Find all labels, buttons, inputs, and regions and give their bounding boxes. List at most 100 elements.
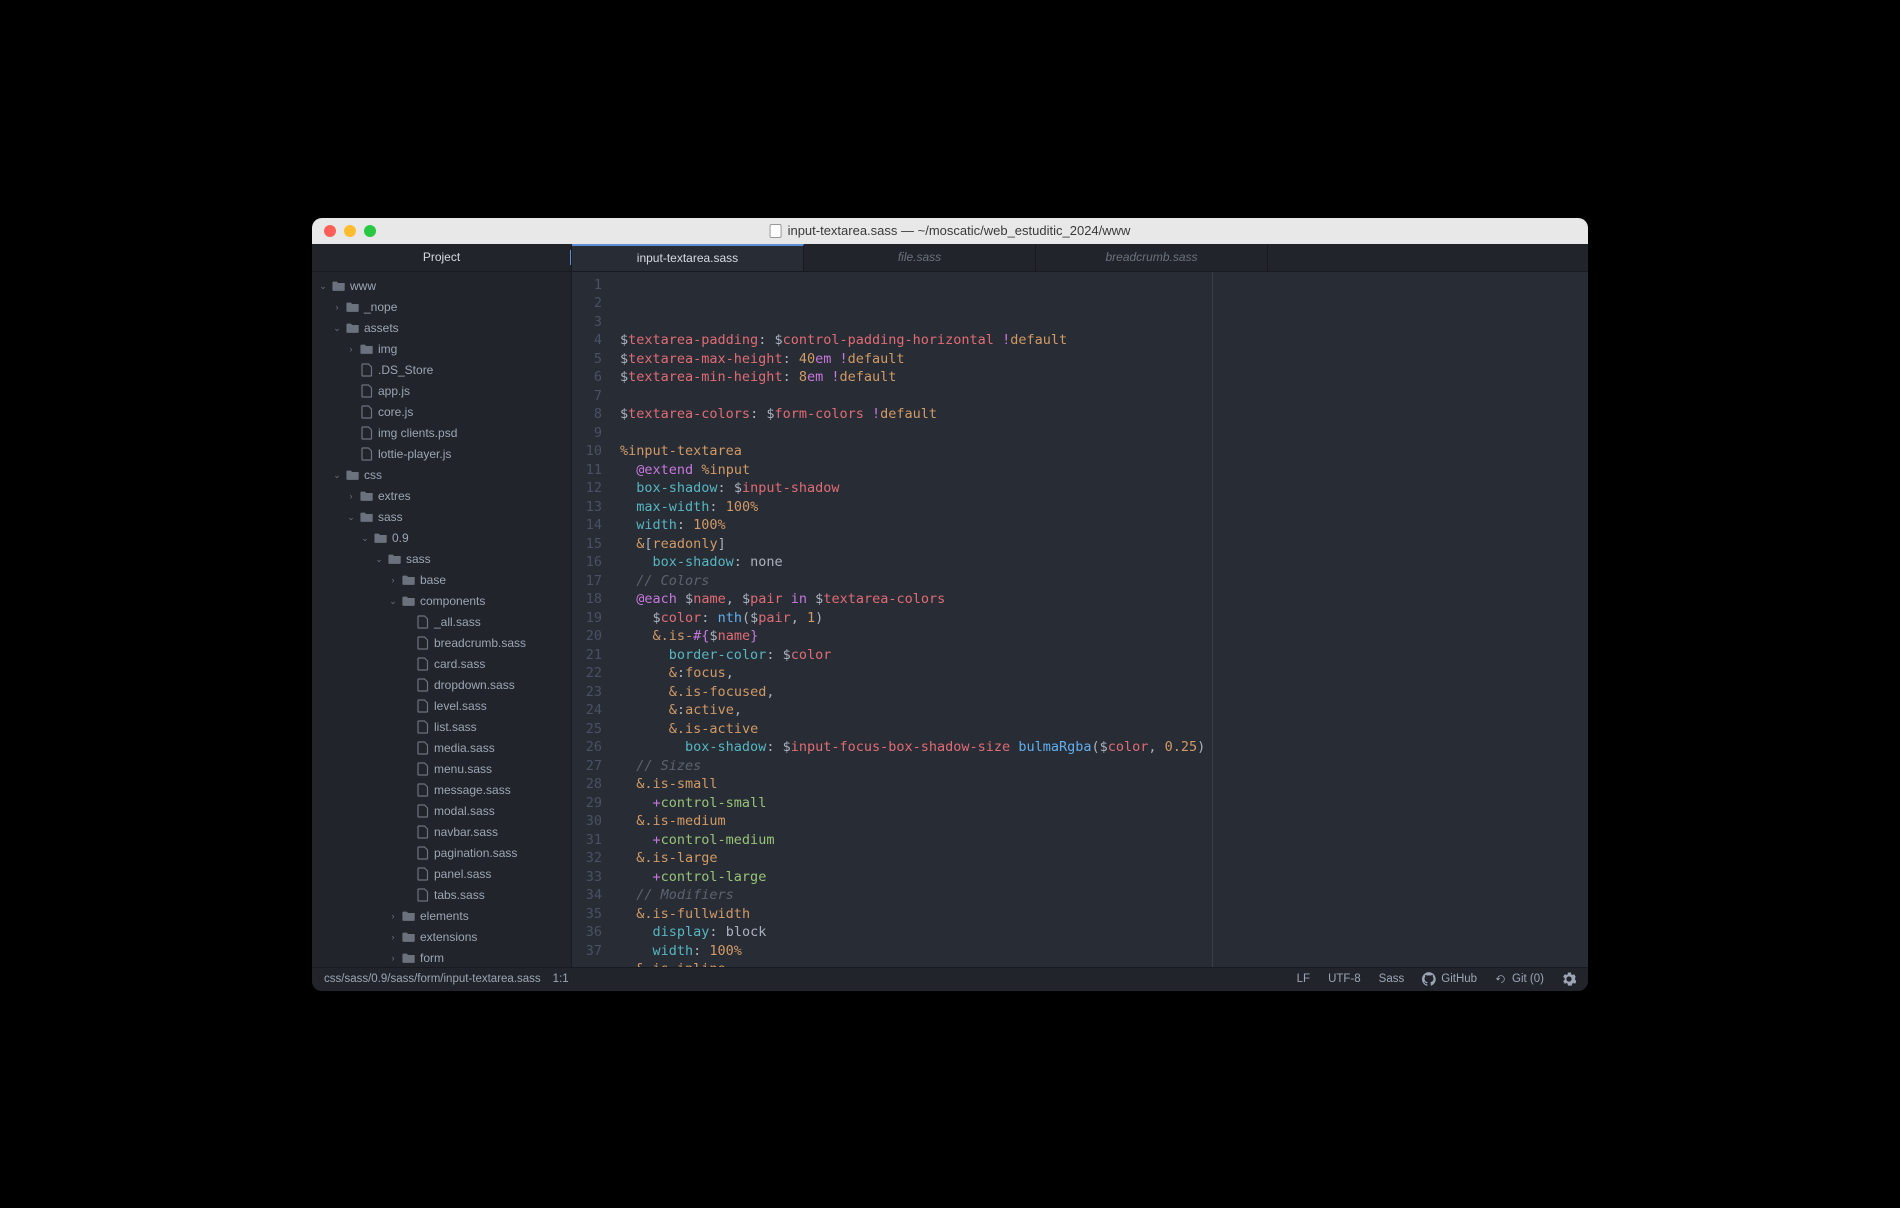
code-line[interactable]: &.is-focused, (620, 683, 1588, 702)
code-line[interactable]: %input-textarea (620, 442, 1588, 461)
file-icon (416, 783, 430, 797)
status-eol[interactable]: LF (1297, 973, 1310, 985)
tree-folder[interactable]: ›form (312, 948, 571, 967)
tree-file[interactable]: lottie-player.js (312, 444, 571, 465)
tree-folder[interactable]: ›elements (312, 906, 571, 927)
tree-file[interactable]: navbar.sass (312, 822, 571, 843)
code-line[interactable]: box-shadow: $input-shadow (620, 479, 1588, 498)
line-number: 27 (572, 757, 602, 776)
maximize-window-button[interactable] (364, 225, 376, 237)
tree-folder[interactable]: ⌄sass (312, 549, 571, 570)
editor[interactable]: 1234567891011121314151617181920212223242… (572, 272, 1588, 967)
tree-folder[interactable]: ›extensions (312, 927, 571, 948)
settings-button[interactable] (1562, 972, 1576, 986)
status-encoding[interactable]: UTF-8 (1328, 973, 1361, 985)
tree-folder[interactable]: ⌄0.9 (312, 528, 571, 549)
code-line[interactable]: +control-large (620, 868, 1588, 887)
code-line[interactable]: &[readonly] (620, 535, 1588, 554)
code-line[interactable]: $textarea-min-height: 8em !default (620, 368, 1588, 387)
code-line[interactable]: &.is-medium (620, 812, 1588, 831)
code-line[interactable]: // Modifiers (620, 886, 1588, 905)
code-line[interactable]: box-shadow: none (620, 553, 1588, 572)
code-line[interactable]: $color: nth($pair, 1) (620, 609, 1588, 628)
code-line[interactable]: &.is-large (620, 849, 1588, 868)
editor-area: input-textarea.sassfile.sassbreadcrumb.s… (572, 244, 1588, 967)
code-line[interactable]: // Colors (620, 572, 1588, 591)
status-language[interactable]: Sass (1379, 973, 1405, 985)
tree-file[interactable]: _all.sass (312, 612, 571, 633)
tree-file[interactable]: .DS_Store (312, 360, 571, 381)
code-line[interactable]: &:focus, (620, 664, 1588, 683)
file-icon (416, 657, 430, 671)
tree-file[interactable]: menu.sass (312, 759, 571, 780)
code-line[interactable]: &.is-active (620, 720, 1588, 739)
tree-file[interactable]: modal.sass (312, 801, 571, 822)
code-content[interactable]: $textarea-padding: $control-padding-hori… (612, 272, 1588, 967)
code-line[interactable]: $textarea-padding: $control-padding-hori… (620, 331, 1588, 350)
editor-tab[interactable]: input-textarea.sass (572, 244, 804, 271)
tree-file[interactable]: app.js (312, 381, 571, 402)
code-line[interactable]: width: 100% (620, 516, 1588, 535)
tree-file[interactable]: img clients.psd (312, 423, 571, 444)
line-number: 24 (572, 701, 602, 720)
status-github[interactable]: GitHub (1422, 972, 1477, 986)
folder-icon (360, 489, 374, 503)
tree-file[interactable]: core.js (312, 402, 571, 423)
editor-tab[interactable]: file.sass (804, 244, 1036, 271)
editor-tab[interactable]: breadcrumb.sass (1036, 244, 1268, 271)
code-line[interactable] (620, 424, 1588, 443)
code-line[interactable]: display: block (620, 923, 1588, 942)
code-line[interactable]: $textarea-max-height: 40em !default (620, 350, 1588, 369)
sidebar-tab-project[interactable]: Project (312, 244, 571, 272)
code-line[interactable]: box-shadow: $input-focus-box-shadow-size… (620, 738, 1588, 757)
tree-item-label: assets (364, 321, 399, 335)
file-icon (416, 720, 430, 734)
code-line[interactable]: +control-medium (620, 831, 1588, 850)
tree-file[interactable]: tabs.sass (312, 885, 571, 906)
tree-file[interactable]: media.sass (312, 738, 571, 759)
code-line[interactable]: @extend %input (620, 461, 1588, 480)
code-line[interactable]: +control-small (620, 794, 1588, 813)
code-line[interactable] (620, 387, 1588, 406)
status-cursor[interactable]: 1:1 (553, 973, 569, 985)
minimize-window-button[interactable] (344, 225, 356, 237)
titlebar[interactable]: input-textarea.sass — ~/moscatic/web_est… (312, 218, 1588, 244)
tree-folder[interactable]: ›_nope (312, 297, 571, 318)
tree-folder[interactable]: ⌄components (312, 591, 571, 612)
tree-folder[interactable]: ›base (312, 570, 571, 591)
main-area: Project ⌄www›_nope⌄assets›img.DS_Storeap… (312, 244, 1588, 967)
close-window-button[interactable] (324, 225, 336, 237)
tree-folder[interactable]: ›img (312, 339, 571, 360)
tree-file[interactable]: panel.sass (312, 864, 571, 885)
tree-file[interactable]: breadcrumb.sass (312, 633, 571, 654)
code-line[interactable]: width: 100% (620, 942, 1588, 961)
tree-item-label: card.sass (434, 657, 485, 671)
tree-item-label: level.sass (434, 699, 487, 713)
tree-file[interactable]: message.sass (312, 780, 571, 801)
tree-folder[interactable]: ⌄css (312, 465, 571, 486)
code-line[interactable]: &.is-fullwidth (620, 905, 1588, 924)
code-line[interactable]: &.is-small (620, 775, 1588, 794)
tree-file[interactable]: card.sass (312, 654, 571, 675)
code-line[interactable]: @each $name, $pair in $textarea-colors (620, 590, 1588, 609)
tree-folder[interactable]: ⌄sass (312, 507, 571, 528)
tree-file[interactable]: pagination.sass (312, 843, 571, 864)
code-line[interactable]: $textarea-colors: $form-colors !default (620, 405, 1588, 424)
code-line[interactable]: border-color: $color (620, 646, 1588, 665)
code-line[interactable]: &.is-inline (620, 960, 1588, 967)
code-line[interactable]: // Sizes (620, 757, 1588, 776)
code-line[interactable]: &.is-#{$name} (620, 627, 1588, 646)
status-git[interactable]: Git (0) (1495, 973, 1544, 985)
tree-file[interactable]: dropdown.sass (312, 675, 571, 696)
sync-icon (1495, 973, 1507, 985)
tree-folder[interactable]: ⌄assets (312, 318, 571, 339)
tree-item-label: img clients.psd (378, 426, 457, 440)
tree-folder[interactable]: ⌄www (312, 276, 571, 297)
tree-file[interactable]: level.sass (312, 696, 571, 717)
tree-folder[interactable]: ›extres (312, 486, 571, 507)
code-line[interactable]: &:active, (620, 701, 1588, 720)
code-line[interactable]: max-width: 100% (620, 498, 1588, 517)
file-tree[interactable]: ⌄www›_nope⌄assets›img.DS_Storeapp.jscore… (312, 272, 571, 967)
tree-file[interactable]: list.sass (312, 717, 571, 738)
status-path[interactable]: css/sass/0.9/sass/form/input-textarea.sa… (324, 973, 541, 985)
